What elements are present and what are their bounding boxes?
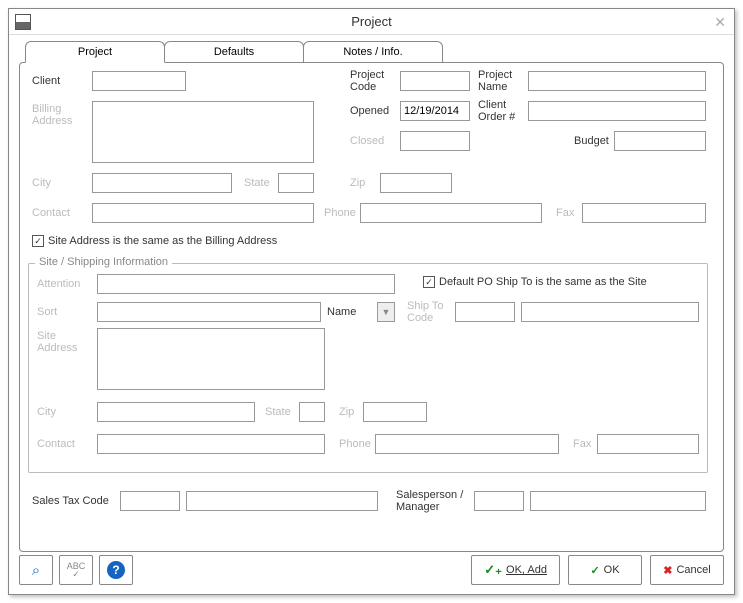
search-button[interactable]: ⌕ — [19, 555, 53, 585]
contact-label: Contact — [32, 207, 70, 219]
tab-notes-info[interactable]: Notes / Info. — [303, 41, 443, 63]
site-shipping-title: Site / Shipping Information — [35, 256, 172, 268]
site-contact-field[interactable] — [97, 434, 325, 454]
cancel-label: Cancel — [676, 564, 710, 576]
zip-label: Zip — [350, 177, 365, 189]
project-window: Project ✕ Project Defaults Notes / Info.… — [8, 8, 735, 595]
ship-to-code-label: Ship To Code — [407, 300, 453, 324]
salesperson-manager-label: Salesperson / Manager — [396, 489, 470, 513]
ok-label: OK — [604, 564, 620, 576]
default-po-label: Default PO Ship To is the same as the Si… — [439, 276, 647, 288]
sales-tax-code-field-a[interactable] — [120, 491, 180, 511]
closed-field[interactable] — [400, 131, 470, 151]
site-fax-field[interactable] — [597, 434, 699, 454]
site-city-field[interactable] — [97, 402, 255, 422]
project-code-field[interactable] — [400, 71, 470, 91]
same-address-checkbox[interactable]: ✓ — [32, 235, 44, 247]
site-shipping-group: Site / Shipping Information Attention ✓ … — [28, 263, 708, 473]
budget-field[interactable] — [614, 131, 706, 151]
check-icon: ✓ — [590, 564, 599, 577]
same-address-label: Site Address is the same as the Billing … — [48, 235, 277, 247]
state-field[interactable] — [278, 173, 314, 193]
sort-name-label: Name — [327, 306, 356, 318]
footer-toolbar: ⌕ ABC✓ ? ✓₊ OK, Add ✓ OK ✖ Cancel — [9, 546, 734, 594]
budget-label: Budget — [574, 135, 609, 147]
client-field[interactable] — [92, 71, 186, 91]
site-contact-label: Contact — [37, 438, 75, 450]
billing-address-label: Billing Address — [32, 103, 80, 127]
attention-field[interactable] — [97, 274, 395, 294]
city-field[interactable] — [92, 173, 232, 193]
ok-add-button[interactable]: ✓₊ OK, Add — [471, 555, 560, 585]
titlebar: Project ✕ — [9, 9, 734, 35]
project-code-label: Project Code — [350, 69, 394, 93]
site-phone-label: Phone — [339, 438, 371, 450]
plus-check-icon: ✓₊ — [484, 562, 502, 578]
client-label: Client — [32, 75, 60, 87]
phone-label: Phone — [324, 207, 356, 219]
city-label: City — [32, 177, 51, 189]
opened-label: Opened — [350, 105, 389, 117]
project-panel: Client Project Code Project Name Billing… — [19, 62, 724, 552]
window-title: Project — [351, 14, 391, 29]
phone-field[interactable] — [360, 203, 542, 223]
site-state-field[interactable] — [299, 402, 325, 422]
close-icon[interactable]: ✕ — [714, 14, 726, 31]
salesperson-field-a[interactable] — [474, 491, 524, 511]
sort-dropdown-button[interactable]: ▼ — [377, 302, 395, 322]
sales-tax-code-field-b[interactable] — [186, 491, 378, 511]
cancel-button[interactable]: ✖ Cancel — [650, 555, 724, 585]
sort-field[interactable] — [97, 302, 321, 322]
closed-label: Closed — [350, 135, 384, 147]
help-button[interactable]: ? — [99, 555, 133, 585]
site-fax-label: Fax — [573, 438, 591, 450]
ok-add-label: OK, Add — [506, 564, 547, 576]
site-zip-label: Zip — [339, 406, 354, 418]
fax-field[interactable] — [582, 203, 706, 223]
spellcheck-button[interactable]: ABC✓ — [59, 555, 93, 585]
contact-field[interactable] — [92, 203, 314, 223]
help-icon: ? — [107, 561, 125, 579]
window-icon — [15, 14, 31, 30]
site-address-label: Site Address — [37, 330, 85, 354]
sort-label: Sort — [37, 306, 57, 318]
attention-label: Attention — [37, 278, 80, 290]
zip-field[interactable] — [380, 173, 452, 193]
site-state-label: State — [265, 406, 291, 418]
x-icon: ✖ — [663, 564, 672, 577]
sales-tax-code-label: Sales Tax Code — [32, 495, 109, 507]
salesperson-field-b[interactable] — [530, 491, 706, 511]
site-zip-field[interactable] — [363, 402, 427, 422]
client-order-label: Client Order # — [478, 99, 526, 123]
billing-address-field[interactable] — [92, 101, 314, 163]
fax-label: Fax — [556, 207, 574, 219]
ship-to-code-field-a[interactable] — [455, 302, 515, 322]
magnifier-icon: ⌕ — [32, 562, 40, 579]
project-name-field[interactable] — [528, 71, 706, 91]
opened-field[interactable] — [400, 101, 470, 121]
project-name-label: Project Name — [478, 69, 522, 93]
site-city-label: City — [37, 406, 56, 418]
site-phone-field[interactable] — [375, 434, 559, 454]
tab-project[interactable]: Project — [25, 41, 165, 63]
state-label: State — [244, 177, 270, 189]
spellcheck-icon: ABC✓ — [67, 562, 86, 578]
ok-button[interactable]: ✓ OK — [568, 555, 642, 585]
tab-defaults[interactable]: Defaults — [164, 41, 304, 63]
ship-to-code-field-b[interactable] — [521, 302, 699, 322]
default-po-checkbox[interactable]: ✓ — [423, 276, 435, 288]
site-address-field[interactable] — [97, 328, 325, 390]
client-order-field[interactable] — [528, 101, 706, 121]
tab-bar: Project Defaults Notes / Info. — [25, 41, 724, 63]
